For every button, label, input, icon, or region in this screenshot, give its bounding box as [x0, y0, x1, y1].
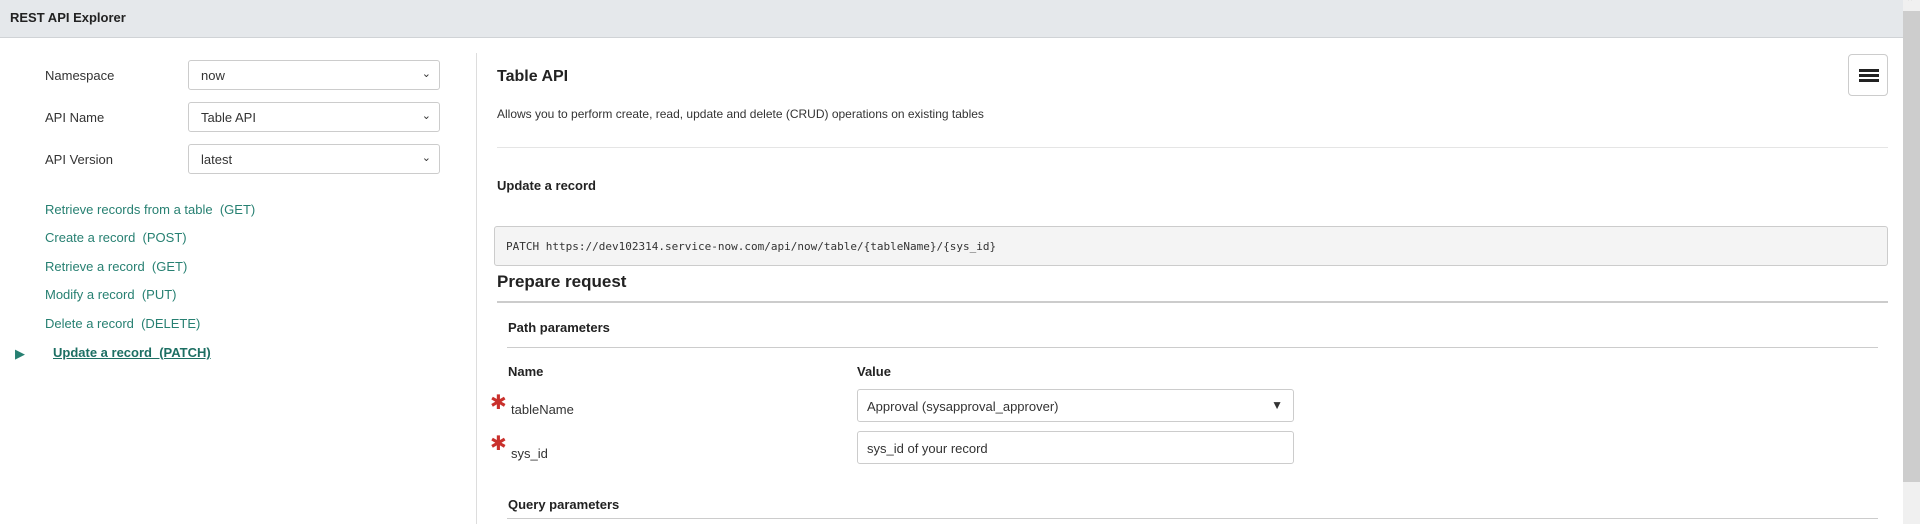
path-parameters-heading: Path parameters	[508, 320, 610, 335]
divider	[497, 301, 1888, 303]
api-name-value: Table API	[201, 110, 256, 125]
sys-id-input[interactable]: sys_id of your record	[857, 431, 1294, 464]
pane-divider	[476, 53, 477, 524]
namespace-value: now	[201, 68, 225, 83]
method-link-retrieve-record[interactable]: Retrieve a record (GET)	[45, 259, 187, 274]
value-column-header: Value	[857, 364, 891, 379]
divider	[507, 518, 1878, 519]
query-parameters-heading: Query parameters	[508, 497, 620, 512]
app-title: REST API Explorer	[10, 10, 126, 25]
operation-title: Update a record	[497, 178, 596, 193]
namespace-select[interactable]: now ⌄	[188, 60, 440, 90]
chevron-down-icon: ⌄	[421, 68, 431, 80]
api-name-label: API Name	[45, 110, 105, 125]
scrollbar-thumb[interactable]	[1903, 11, 1920, 482]
api-version-select[interactable]: latest ⌄	[188, 144, 440, 174]
api-description: Allows you to perform create, read, upda…	[497, 107, 984, 121]
scroll-up-icon[interactable]: ⌃	[1906, 0, 1914, 8]
method-link-update-record[interactable]: Update a record (PATCH)	[53, 345, 211, 360]
menu-button[interactable]	[1848, 54, 1888, 96]
tablename-select[interactable]: Approval (sysapproval_approver) ▼	[857, 389, 1294, 422]
prepare-request-heading: Prepare request	[497, 272, 627, 291]
chevron-down-icon: ⌄	[421, 110, 431, 122]
dropdown-arrow-icon: ▼	[1271, 398, 1283, 412]
method-link-create-record[interactable]: Create a record (POST)	[45, 230, 187, 245]
divider	[497, 147, 1888, 148]
app-header: REST API Explorer	[0, 0, 1903, 38]
sys-id-placeholder: sys_id of your record	[867, 441, 988, 456]
name-column-header: Name	[508, 364, 544, 379]
param-name-sys-id: sys_id	[511, 446, 548, 461]
divider	[507, 347, 1878, 348]
chevron-down-icon: ⌄	[421, 152, 431, 164]
endpoint-box: PATCH https://dev102314.service-now.com/…	[494, 226, 1888, 266]
api-name-select[interactable]: Table API ⌄	[188, 102, 440, 132]
required-icon: ✱	[490, 392, 507, 414]
api-version-value: latest	[201, 152, 233, 167]
api-version-label: API Version	[45, 152, 113, 167]
param-name-tablename: tableName	[511, 402, 574, 417]
api-title: Table API	[497, 68, 569, 85]
active-arrow-icon: ▶	[15, 346, 25, 361]
tablename-value: Approval (sysapproval_approver)	[867, 399, 1059, 414]
method-link-retrieve-records[interactable]: Retrieve records from a table (GET)	[45, 202, 255, 217]
method-link-delete-record[interactable]: Delete a record (DELETE)	[45, 316, 200, 331]
namespace-label: Namespace	[45, 68, 115, 83]
method-link-modify-record[interactable]: Modify a record (PUT)	[45, 287, 176, 302]
required-icon: ✱	[490, 433, 507, 455]
